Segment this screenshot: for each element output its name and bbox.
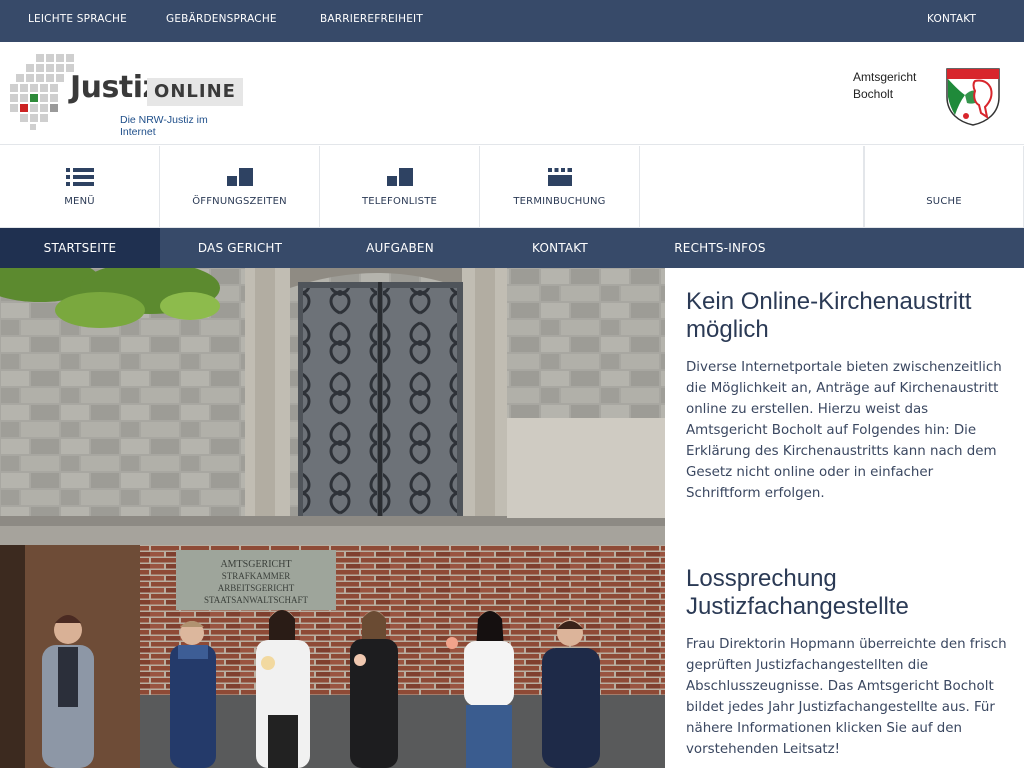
appointments-label: Terminbuchung	[513, 196, 606, 207]
sign-line3: ARBEITSGERICHT	[218, 583, 295, 593]
article-kirchenaustritt: Kein Online-Kirchenaustritt möglich Dive…	[686, 288, 1011, 504]
court-name-line2: Bocholt	[853, 87, 894, 101]
phone-list-icon	[386, 168, 413, 186]
nav-kontakt[interactable]: Kontakt	[480, 228, 640, 268]
nav-rechts-infos[interactable]: Rechts-Infos	[640, 228, 800, 268]
phone-list-button[interactable]: Telefonliste	[320, 146, 480, 228]
leichte-sprache-link[interactable]: Leichte Sprache	[28, 13, 127, 25]
gebaerdensprache-link[interactable]: Gebärdensprache	[166, 13, 277, 25]
church-door-photo[interactable]	[0, 268, 665, 545]
court-name: Amtsgericht Bocholt	[853, 69, 916, 103]
menu-list-icon	[65, 168, 94, 186]
sign-line2: STRAFKAMMER	[222, 571, 291, 581]
opening-hours-button[interactable]: Öffnungszeiten	[160, 146, 320, 228]
menu-button[interactable]: Menü	[0, 146, 160, 228]
group-photo[interactable]: AMTSGERICHT STRAFKAMMER ARBEITSGERICHT S…	[0, 545, 665, 768]
article-text-kirchenaustritt: Diverse Internetportale bieten zwischenz…	[686, 360, 1002, 501]
appointments-button[interactable]: Terminbuchung	[480, 146, 640, 228]
nav-startseite[interactable]: Startseite	[0, 228, 160, 268]
court-name-line1: Amtsgericht	[853, 70, 917, 84]
opening-hours-icon	[226, 168, 253, 186]
search-label: Suche	[926, 196, 962, 207]
justiz-online-logo[interactable]: Justiz- ONLINE Die NRW-Justiz im Interne…	[8, 52, 244, 138]
kontakt-top-link[interactable]: Kontakt	[927, 13, 976, 25]
top-utility-bar: Leichte Sprache Gebärdensprache Barriere…	[0, 0, 1024, 42]
quicknav-spacer	[640, 146, 864, 228]
nav-aufgaben[interactable]: Aufgaben	[320, 228, 480, 268]
nrw-coat-of-arms-icon[interactable]	[945, 67, 1001, 127]
main-navigation: Startseite Das Gericht Aufgaben Kontakt …	[0, 228, 1024, 268]
sign-line4: STAATSANWALTSCHAFT	[204, 595, 308, 605]
church-door-image	[0, 268, 665, 545]
article-lossprechung: Lossprechung Justizfachangestellte Frau …	[686, 565, 1011, 760]
nav-das-gericht[interactable]: Das Gericht	[160, 228, 320, 268]
group-photo-image: AMTSGERICHT STRAFKAMMER ARBEITSGERICHT S…	[0, 545, 665, 768]
article-text-lossprechung: Frau Direktorin Hopmann überreichte den …	[686, 637, 1007, 757]
logo-online-badge: ONLINE	[147, 78, 243, 106]
article-title-lossprechung[interactable]: Lossprechung Justizfachangestellte	[686, 565, 1011, 621]
logo-tagline: Die NRW-Justiz im Internet	[120, 114, 208, 138]
search-button[interactable]: Suche	[864, 146, 1024, 228]
sign-line1: AMTSGERICHT	[220, 559, 291, 570]
phone-list-label: Telefonliste	[361, 196, 438, 207]
site-header: Justiz- ONLINE Die NRW-Justiz im Interne…	[0, 42, 1024, 145]
barrierefreiheit-link[interactable]: Barrierefreiheit	[320, 13, 423, 25]
article-title-kirchenaustritt[interactable]: Kein Online-Kirchenaustritt möglich	[686, 288, 1011, 344]
menu-label: Menü	[64, 196, 95, 207]
calendar-icon	[547, 168, 572, 186]
quick-navigation: Menü Öffnungszeiten Telefonliste Terminb…	[0, 146, 1024, 228]
opening-hours-label: Öffnungszeiten	[192, 196, 287, 207]
